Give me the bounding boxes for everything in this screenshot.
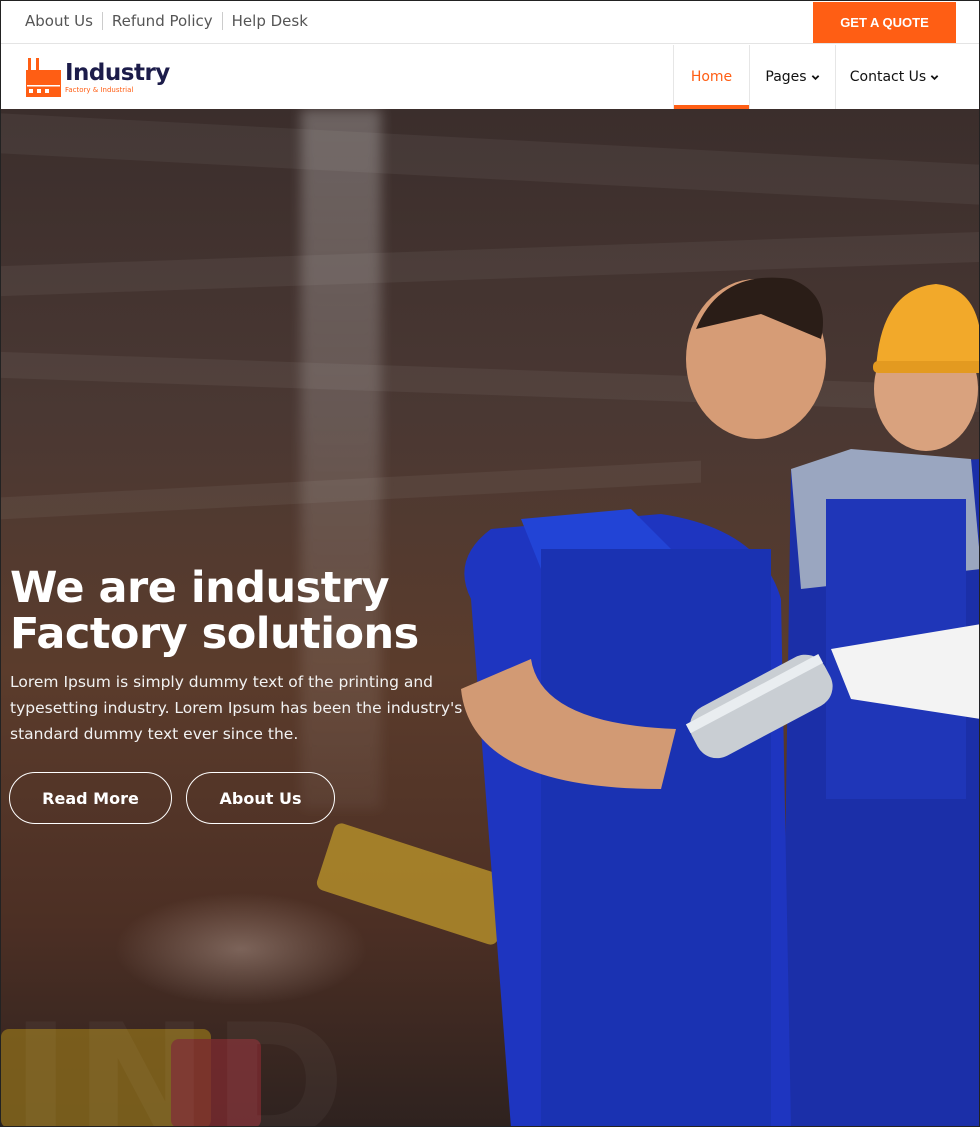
brand-tagline: Factory & Industrial — [65, 86, 134, 94]
nav-item-pages[interactable]: Pages — [749, 45, 835, 109]
top-link-help-desk[interactable]: Help Desk — [221, 12, 317, 30]
nav-item-contact-us[interactable]: Contact Us — [835, 45, 953, 109]
factory-icon — [25, 57, 62, 99]
hero-section: IND We are industry — [1, 109, 979, 1126]
chevron-down-icon — [930, 74, 939, 80]
nav-menu: Home Pages Contact Us — [673, 45, 953, 109]
about-us-button[interactable]: About Us — [186, 772, 335, 824]
hero-watermark: IND — [11, 989, 349, 1126]
hero-title: We are industry Factory solutions — [10, 565, 470, 657]
top-link-refund-policy[interactable]: Refund Policy — [101, 12, 222, 30]
hero-title-line1: We are industry — [10, 563, 390, 613]
nav-item-contact-us-label: Contact Us — [849, 69, 927, 85]
get-a-quote-button[interactable]: GET A QUOTE — [813, 2, 956, 43]
hero-description: Lorem Ipsum is simply dummy text of the … — [10, 673, 463, 743]
main-navbar: Industry Factory & Industrial Home Pages… — [1, 45, 979, 109]
nav-item-home-label: Home — [690, 69, 733, 85]
nav-item-home[interactable]: Home — [673, 45, 750, 109]
site-logo[interactable]: Industry Factory & Industrial — [25, 57, 170, 99]
top-link-about-us[interactable]: About Us — [25, 12, 102, 30]
read-more-button[interactable]: Read More — [9, 772, 172, 824]
logo-text: Industry Factory & Industrial — [65, 61, 170, 94]
page-frame: About Us Refund Policy Help Desk GET A Q… — [0, 0, 980, 1127]
nav-item-pages-label: Pages — [765, 69, 807, 85]
top-links: About Us Refund Policy Help Desk — [25, 12, 317, 30]
hero-title-line2: Factory solutions — [10, 609, 419, 659]
workers-image — [461, 277, 979, 1126]
chevron-down-icon — [811, 74, 819, 80]
top-bar: About Us Refund Policy Help Desk GET A Q… — [1, 1, 979, 44]
brand-name: Industry — [65, 60, 170, 86]
